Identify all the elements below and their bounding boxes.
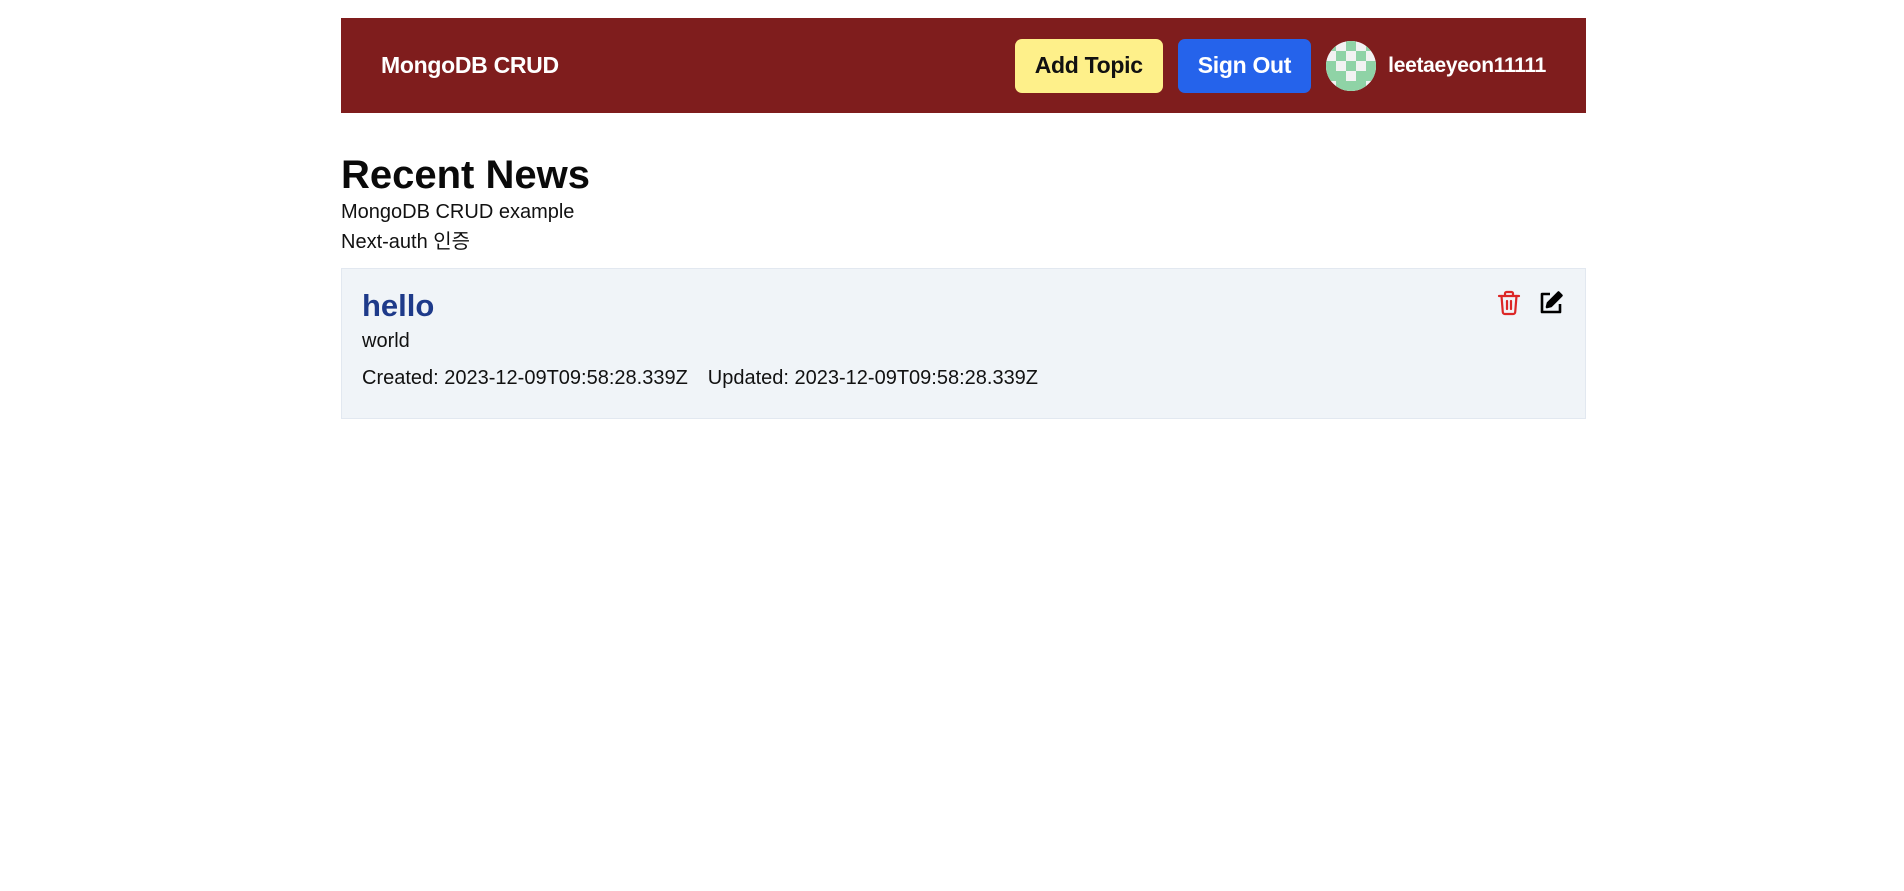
page-header: Recent News MongoDB CRUD example Next-au… [341,153,1586,257]
delete-button[interactable] [1495,289,1523,317]
avatar [1326,40,1377,91]
edit-icon [1540,291,1563,314]
add-topic-button[interactable]: Add Topic [1014,38,1163,93]
topic-created: Created: 2023-12-09T09:58:28.339Z [362,367,688,389]
navbar-actions: Add Topic Sign Out leetaeyeon11111 [1014,38,1546,93]
page-subtitle: Next-auth 인증 [341,231,471,253]
brand-link[interactable]: MongoDB CRUD [381,52,559,79]
page-subtitle: MongoDB CRUD example [341,201,575,223]
trash-icon [1497,290,1521,316]
page-title: Recent News [341,153,590,197]
username: leetaeyeon11111 [1388,53,1546,77]
topic-description: world [362,330,410,352]
user-profile: leetaeyeon11111 [1326,40,1546,91]
topic-actions [1495,289,1565,317]
sign-out-button[interactable]: Sign Out [1177,38,1312,93]
navbar: MongoDB CRUD Add Topic Sign Out leetaeye… [341,18,1586,113]
app-container: MongoDB CRUD Add Topic Sign Out leetaeye… [341,18,1586,419]
topic-card: hello world Created: 2023-12-09T09:58:28… [341,268,1586,419]
edit-button[interactable] [1537,289,1565,317]
topic-meta: Created: 2023-12-09T09:58:28.339Z Update… [362,367,1565,390]
topic-title: hello [362,288,435,323]
topic-updated: Updated: 2023-12-09T09:58:28.339Z [707,367,1039,389]
